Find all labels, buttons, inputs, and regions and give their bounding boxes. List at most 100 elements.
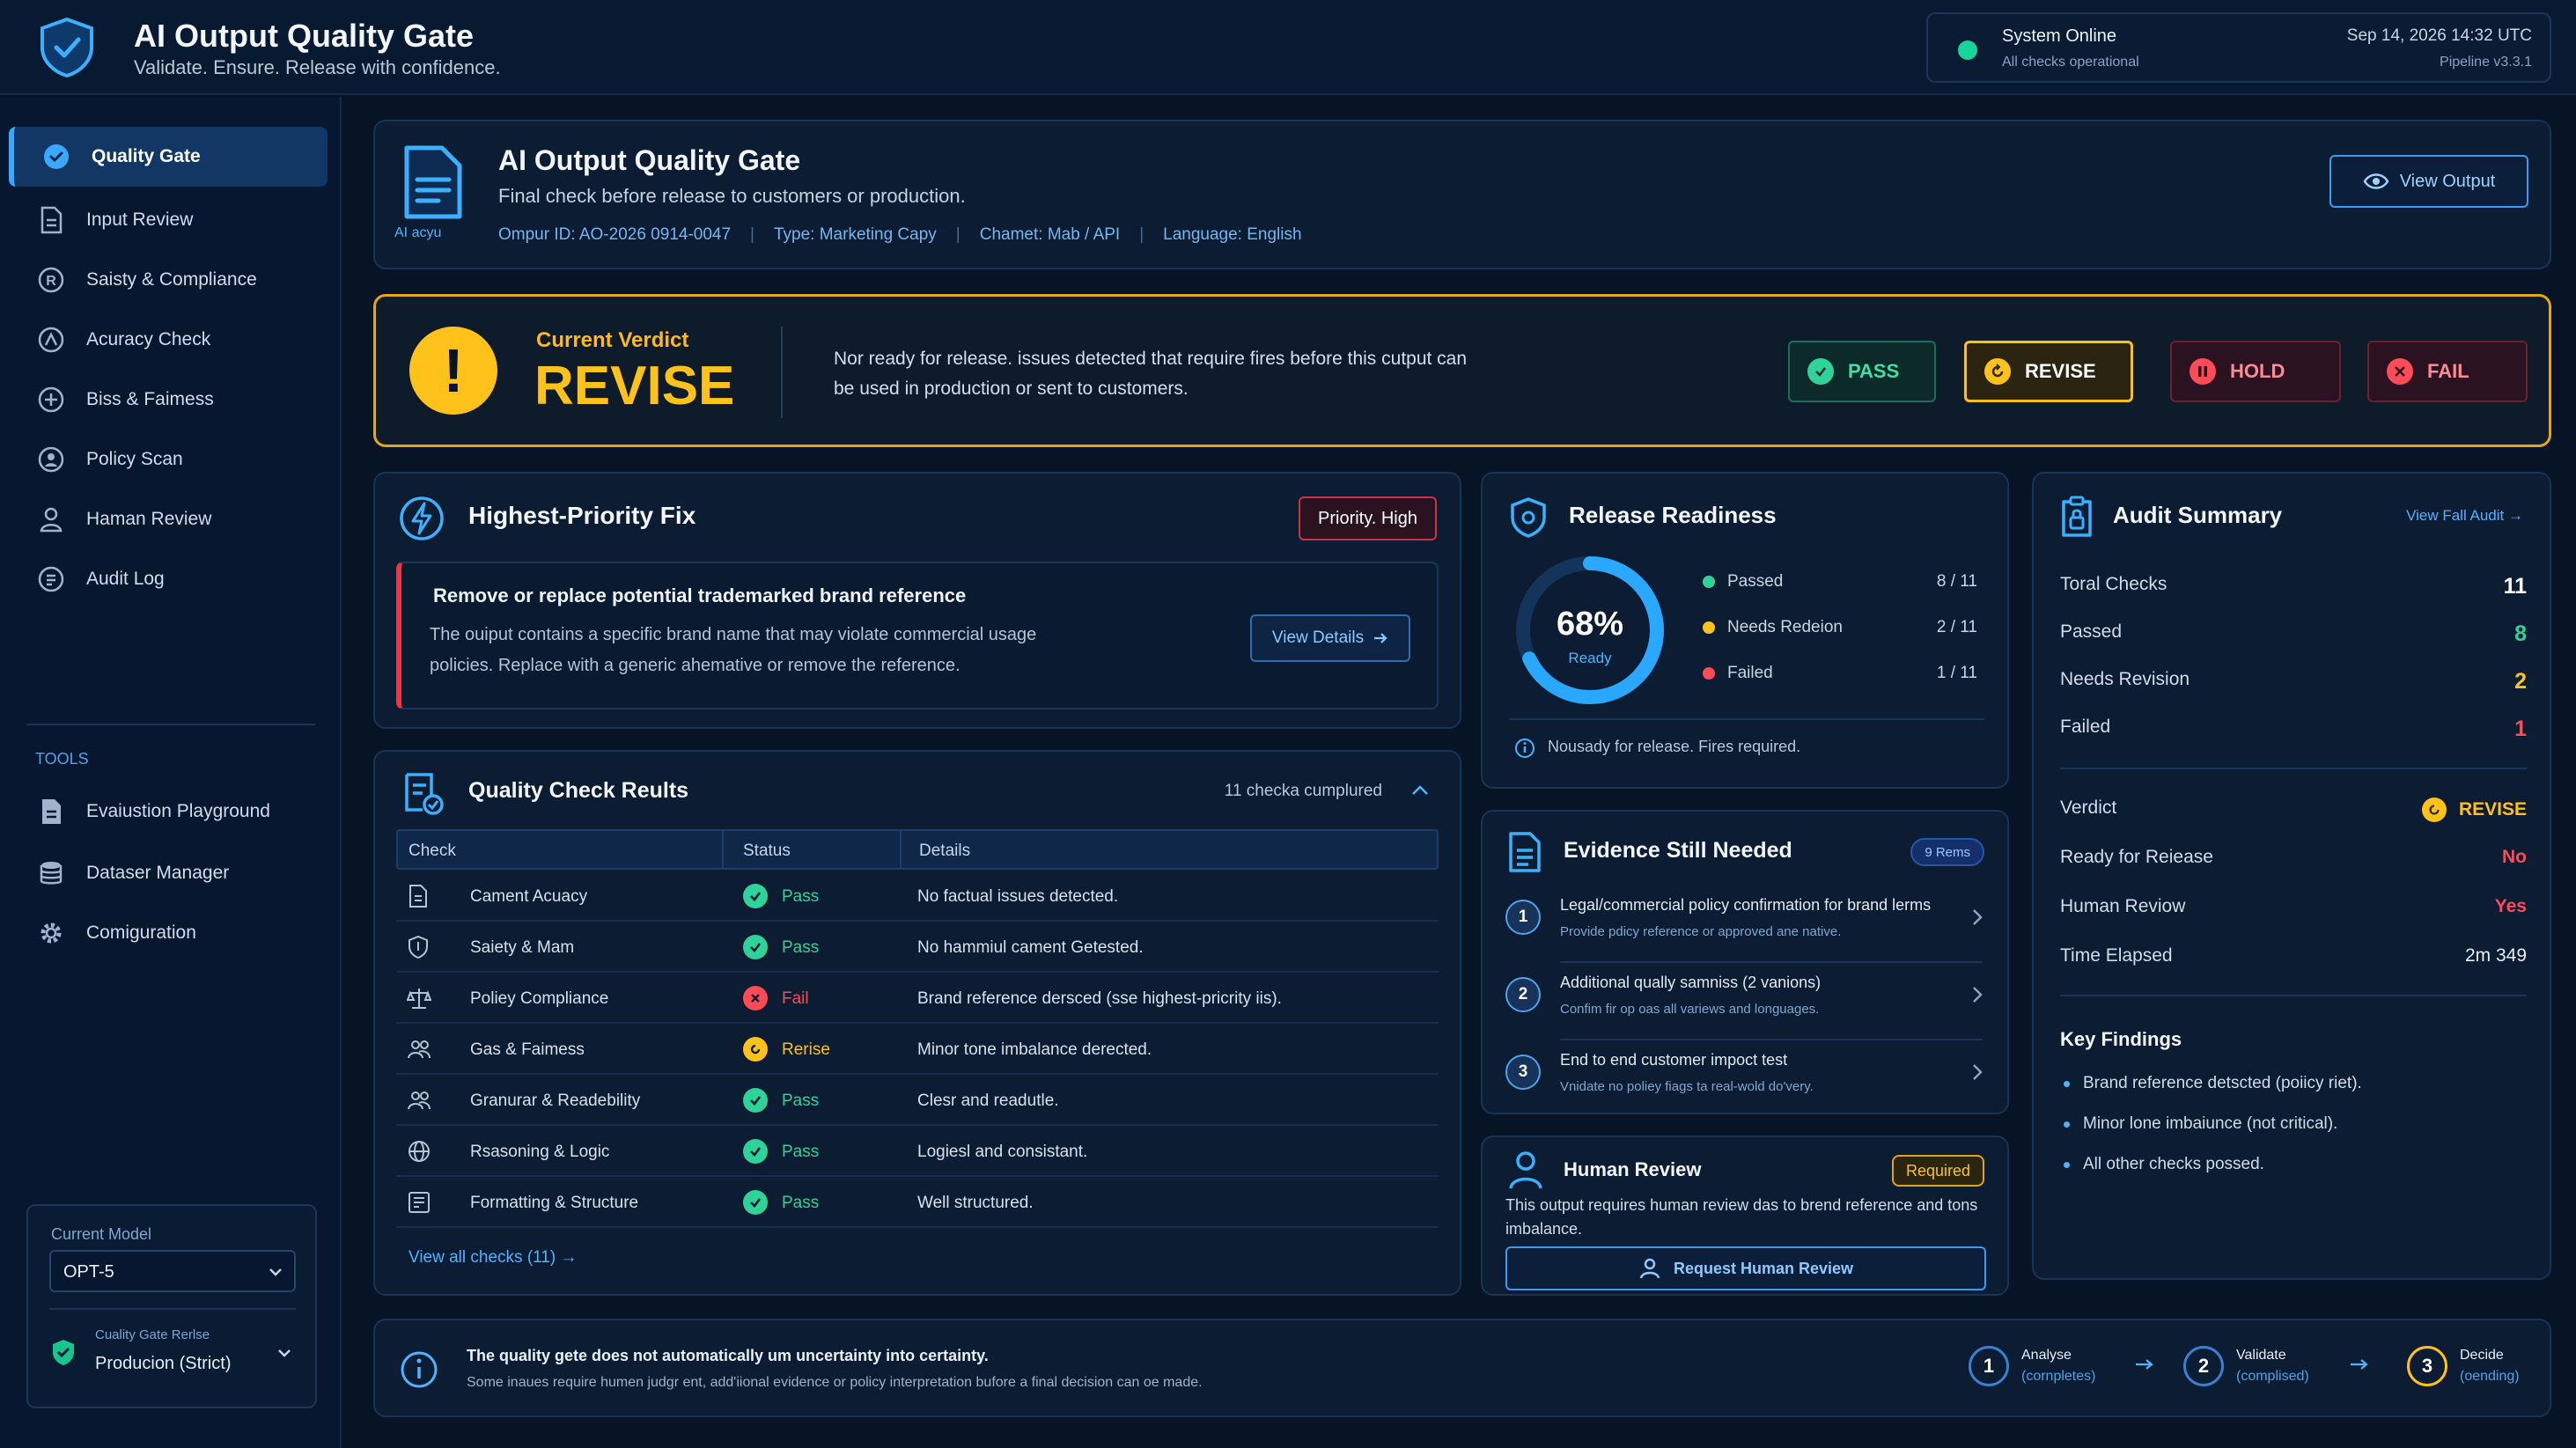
sidebar-item-policy-scan[interactable]: Policy Scan (9, 430, 328, 489)
sidebar-item-audit-log[interactable]: Audit Log (9, 549, 328, 609)
view-output-button[interactable]: View Output (2329, 155, 2528, 208)
chevron-down-icon[interactable] (276, 1345, 292, 1361)
table-row[interactable]: Saiety & Mam Pass No hammiul cament Getest… (396, 922, 1439, 973)
audit-verdict-text: REVISE (2458, 799, 2527, 820)
gauge-icon (33, 322, 69, 357)
sidebar-item-evaluation-playground[interactable]: Evaiustion Playground (9, 782, 328, 842)
view-all-checks-link[interactable]: View all checks (11) → (408, 1248, 577, 1268)
step-decide: 3 Decide (oending) (2407, 1345, 2520, 1387)
view-details-button[interactable]: View Details (1250, 614, 1410, 662)
column-header-details: Details (919, 842, 971, 860)
sidebar-item-dataset-manager[interactable]: Dataser Manager (9, 843, 328, 903)
quality-checks-panel: Quality Check Reults 11 checka cumplured… (373, 750, 1461, 1296)
priority-fix-panel: Highest-Priority Fix Priority. High Remo… (373, 472, 1461, 729)
audit-divider (2060, 768, 2527, 769)
footer-subtitle: Some inaues require humen judgr ent, add… (467, 1375, 1203, 1390)
check-circle-icon (743, 1088, 768, 1113)
audit-stat-label: Failed (2060, 717, 2111, 737)
gate-mode-value[interactable]: Producion (Strict) (95, 1354, 232, 1374)
pass-button[interactable]: PASS (1788, 341, 1936, 402)
table-header: Check Status Details (396, 829, 1439, 870)
table-row[interactable]: Gas & Faimess Rerise Minor tone imbalance … (396, 1025, 1439, 1075)
audit-divider (2060, 995, 2527, 996)
document-label: AI acyu (394, 225, 442, 240)
finding-item: Minor lone imbaiunce (not critical). (2063, 1114, 2338, 1133)
audit-stat-label: Passed (2060, 621, 2123, 642)
step-state: (complised) (2236, 1369, 2309, 1384)
registered-icon: R (33, 262, 69, 298)
svg-text:R: R (46, 274, 56, 289)
revise-button[interactable]: REVISE (1964, 341, 2133, 402)
legend-value: 1 / 11 (1936, 664, 1977, 682)
sidebar-item-human-review[interactable]: Haman Review (9, 489, 328, 549)
audit-stat-label: Toral Checks (2060, 574, 2168, 594)
model-select[interactable]: OPT-5 (49, 1250, 296, 1292)
clipboard-lock-icon (2058, 495, 2095, 539)
table-row[interactable]: Cament Acuacy Pass No factual issues detec… (396, 871, 1439, 922)
table-row[interactable]: Rsasoning & Logic Pass Logiesl and consist… (396, 1127, 1439, 1177)
check-status: Fail (782, 989, 809, 1008)
hold-button[interactable]: HOLD (2170, 341, 2341, 402)
step-validate: 2 Validate (complised) (2183, 1345, 2309, 1387)
sidebar-item-configuration[interactable]: Comiguration (9, 903, 328, 963)
legend-value: 8 / 11 (1936, 572, 1977, 591)
evidence-panel: Evidence Still Needed 9 Rems 1 Legal/com… (1481, 810, 2009, 1114)
footer-notice-panel: The quality gete does not automatically … (373, 1319, 2551, 1417)
fix-card-description: The ouiput contains a specific brand nam… (430, 625, 1037, 675)
fail-button[interactable]: FAIL (2367, 341, 2528, 402)
sidebar-item-quality-gate[interactable]: Quality Gate (9, 127, 328, 187)
info-icon (1514, 738, 1535, 759)
sidebar-item-input-review[interactable]: Input Review (9, 190, 328, 250)
output-info-panel: AI acyu AI Output Quality Gate Final che… (373, 120, 2551, 269)
status-subtitle: All checks operational (2002, 55, 2139, 70)
checks-title: Quality Check Reults (468, 778, 689, 803)
verdict-description: Nor ready for release. issues detected t… (834, 349, 1468, 399)
shield-logo-icon (35, 16, 99, 79)
audit-stat-value: 8 (2514, 621, 2527, 646)
table-row[interactable]: Granurar & Readebility Pass Clesr and read… (396, 1076, 1439, 1126)
sidebar-item-label: Haman Review (86, 509, 212, 529)
table-row[interactable]: Poliey Compliance Fail Brand reference der… (396, 974, 1439, 1024)
lightning-icon (398, 495, 445, 542)
evidence-item-title: Legal/commercial policy confirmation for… (1560, 896, 1932, 914)
view-full-audit-link[interactable]: View Fall Audit → (2406, 507, 2523, 525)
evidence-item[interactable]: 3 End to end customer impoct test Vnidat… (1505, 1042, 1988, 1118)
gate-mode-label: Cuality Gate Rerlse (95, 1327, 210, 1342)
step-number: 3 (1505, 1055, 1541, 1090)
pipeline-version: Pipeline v3.3.1 (2440, 55, 2532, 70)
check-circle-icon (743, 1190, 768, 1215)
model-card-divider (49, 1308, 296, 1310)
legend-dot (1703, 621, 1715, 634)
chevron-up-icon[interactable] (1410, 783, 1430, 798)
evidence-divider (1560, 1039, 1983, 1040)
document-icon (398, 144, 468, 220)
sidebar-item-label: Policy Scan (86, 449, 183, 469)
request-human-review-button[interactable]: Request Human Review (1505, 1246, 1986, 1290)
table-row[interactable]: Formatting & Structure Pass Well structure… (396, 1178, 1439, 1228)
step-number: 1 (1505, 900, 1541, 935)
verdict-divider (781, 327, 783, 418)
finding-item: All other checks possed. (2064, 1155, 2264, 1173)
shield-check-icon (39, 139, 74, 174)
person-icon (33, 502, 69, 537)
legend-passed: Passed (1703, 572, 1783, 592)
request-human-review-label: Request Human Review (1673, 1259, 1854, 1277)
output-type: Type: Marketing Capy (773, 225, 937, 244)
key-findings-title: Key Findings (2060, 1028, 2182, 1050)
evidence-item[interactable]: 2 Additional qually samniss (2 vanions) … (1505, 965, 1988, 1040)
audit-row-value: 2m 349 (2464, 945, 2527, 966)
view-output-label: View Output (2399, 171, 2496, 191)
sidebar-item-bias-fairness[interactable]: Biss & Faimess (9, 370, 328, 430)
checks-count: 11 checka cumplured (1224, 782, 1382, 800)
sidebar-item-accuracy-check[interactable]: Acuracy Check (9, 310, 328, 370)
gear-icon (33, 915, 69, 951)
plus-circle-icon (33, 382, 69, 417)
audit-row-value: No (2502, 847, 2527, 867)
sidebar-item-safety-compliance[interactable]: R Saisty & Compliance (9, 250, 328, 310)
audit-row-label: Ready for Reiease (2060, 847, 2213, 867)
audit-stat-label: Needs Revision (2060, 669, 2190, 689)
audit-summary-panel: Audit Summary View Fall Audit → Toral Ch… (2032, 472, 2551, 1280)
hold-label: HOLD (2230, 360, 2285, 382)
evidence-item[interactable]: 1 Legal/commercial policy confirmation f… (1505, 887, 1988, 963)
audit-stat-value: 11 (2503, 574, 2527, 599)
